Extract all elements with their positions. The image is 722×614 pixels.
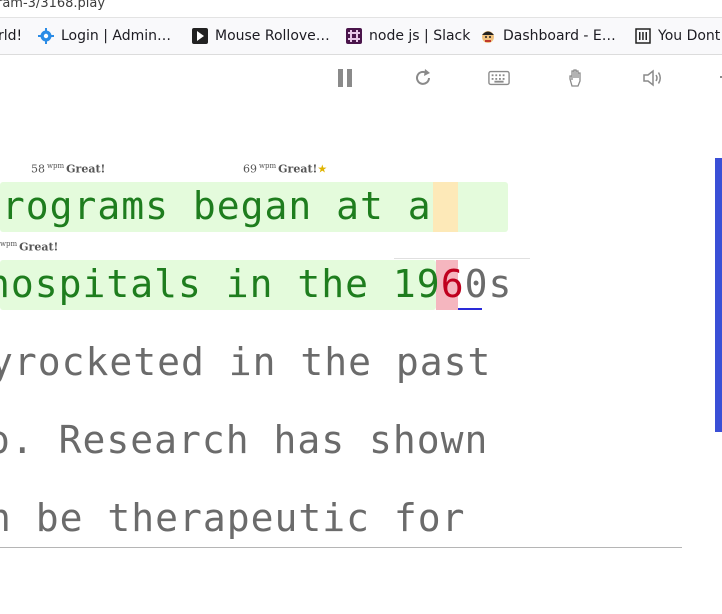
bookmark-label: Login | Admin… (61, 28, 172, 44)
bookmark-nodejs-slack[interactable]: node js | Slack (346, 27, 470, 45)
bookmark-label: Dashboard - E… (503, 28, 616, 44)
avatar-icon (480, 28, 496, 44)
bookmark-login-admin[interactable]: Login | Admin… (38, 27, 171, 45)
url-text: ram-3/3168.play (0, 0, 106, 11)
side-scroll-indicator[interactable] (715, 158, 722, 432)
remaining-text: 0s (464, 262, 513, 306)
slack-icon (346, 28, 362, 44)
bookmark-you-dont[interactable]: You Dont (635, 27, 720, 45)
untyped-text: n be therapeutic for (0, 496, 466, 540)
hand-icon[interactable] (565, 67, 587, 89)
wpm-label: 69 wpm Great!★ (243, 162, 328, 176)
wpm-label: 58 wpm Great! (31, 162, 106, 176)
bookmarks-bar: rld! Login | Admin… Mouse Rollove… node … (0, 18, 722, 55)
line-2-text: hospitals in the 1960s (0, 258, 512, 310)
restart-icon[interactable] (412, 67, 434, 89)
bookmark-label: Mouse Rollove… (215, 28, 330, 44)
play-icon (192, 28, 208, 44)
bookmark-mouse-rollover[interactable]: Mouse Rollove… (192, 27, 330, 45)
library-icon (635, 28, 651, 44)
bookmark-label: rld! (0, 28, 23, 44)
bookmark-dashboard[interactable]: Dashboard - E… (480, 27, 616, 45)
typing-toolbar (0, 55, 722, 101)
text-bottom-border (0, 547, 682, 548)
untyped-text: yrocketed in the past (0, 340, 492, 384)
typed-text: hospitals in the 19 (0, 262, 441, 306)
typing-area[interactable]: 58 wpm Great! 69 wpm Great!★ programs began … (0, 100, 722, 614)
bookmark-hello-world[interactable]: rld! (0, 27, 22, 45)
volume-icon[interactable] (642, 67, 664, 89)
gear-icon (38, 28, 54, 44)
bookmark-label: node js | Slack (369, 28, 471, 44)
untyped-text: o. Research has shown (0, 418, 489, 462)
keyboard-icon[interactable] (488, 67, 510, 89)
pending-space-highlight (433, 182, 458, 232)
address-bar[interactable]: ram-3/3168.play (0, 0, 722, 18)
star-icon: ★ (317, 162, 328, 176)
more-icon[interactable] (712, 67, 722, 89)
pause-icon[interactable] (334, 67, 356, 89)
wpm-label: wpm Great! (0, 240, 59, 254)
typing-cursor (458, 308, 482, 310)
bookmark-label: You Dont (658, 28, 721, 44)
error-char: 6 (440, 262, 465, 306)
typed-text: programs began at a (0, 184, 432, 228)
